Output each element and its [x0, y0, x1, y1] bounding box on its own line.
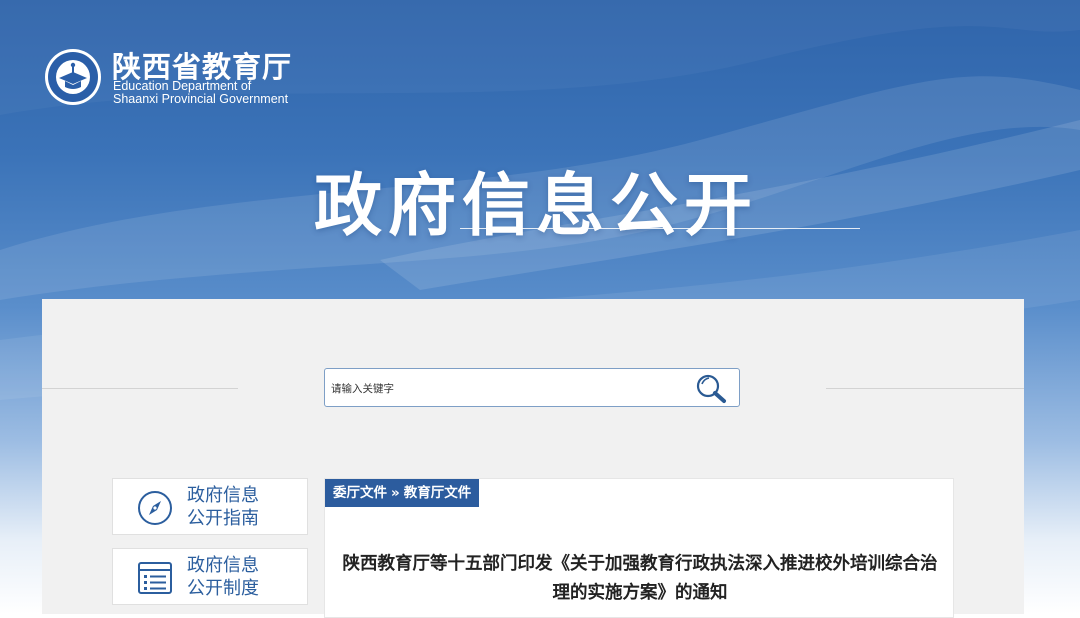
search-button[interactable] [695, 372, 729, 405]
breadcrumb-link-level2[interactable]: 教育厅文件 [404, 485, 472, 501]
sidebar-item-disclosure-guide[interactable]: 政府信息 公开指南 [112, 478, 308, 535]
breadcrumb-link-level1[interactable]: 委厅文件 [333, 485, 387, 501]
compass-icon [138, 491, 172, 525]
search-icon [696, 374, 726, 403]
sidebar-item-disclosure-system[interactable]: 政府信息 公开制度 [112, 548, 308, 605]
search-input[interactable] [329, 377, 683, 401]
sidebar-item-label: 政府信息 公开制度 [187, 554, 259, 600]
org-name-english: Education Department of Shaanxi Provinci… [113, 80, 288, 106]
list-document-icon [138, 562, 172, 594]
sidebar-item-label-line2: 公开指南 [187, 508, 259, 529]
document-content: 委厅文件» 教育厅文件 陕西教育厅等十五部门印发《关于加强教育行政执法深入推进校外… [324, 478, 954, 618]
divider-left [42, 388, 238, 389]
document-title-line1: 陕西教育厅等十五部门印发《关于加强教育行政执法深入推进校外培训综合治 [342, 554, 938, 574]
sidebar-item-label-line1: 政府信息 [187, 555, 259, 576]
divider-right [826, 388, 1024, 389]
hero-underline [460, 228, 860, 229]
emblem-logo[interactable] [44, 48, 102, 106]
document-title: 陕西教育厅等十五部门印发《关于加强教育行政执法深入推进校外培训综合治 理的实施方… [325, 550, 955, 608]
search-box [324, 368, 740, 407]
main-panel: 政府信息 公开指南 政府信息 公开制度 委厅文件»教育厅文件 陕西教育厅等十五部… [42, 299, 1024, 618]
org-name-english-line2: Shaanxi Provincial Government [113, 92, 289, 106]
document-title-line2: 理的实施方案》的通知 [552, 583, 728, 603]
hero-title: 政府信息公开 [314, 167, 759, 246]
breadcrumb: 委厅文件» 教育厅文件 [325, 479, 480, 507]
sidebar-item-label: 政府信息 公开指南 [187, 484, 259, 530]
breadcrumb-separator: » [391, 485, 400, 501]
sidebar-item-label-line2: 公开制度 [187, 578, 259, 599]
sidebar-item-label-line1: 政府信息 [187, 485, 259, 506]
